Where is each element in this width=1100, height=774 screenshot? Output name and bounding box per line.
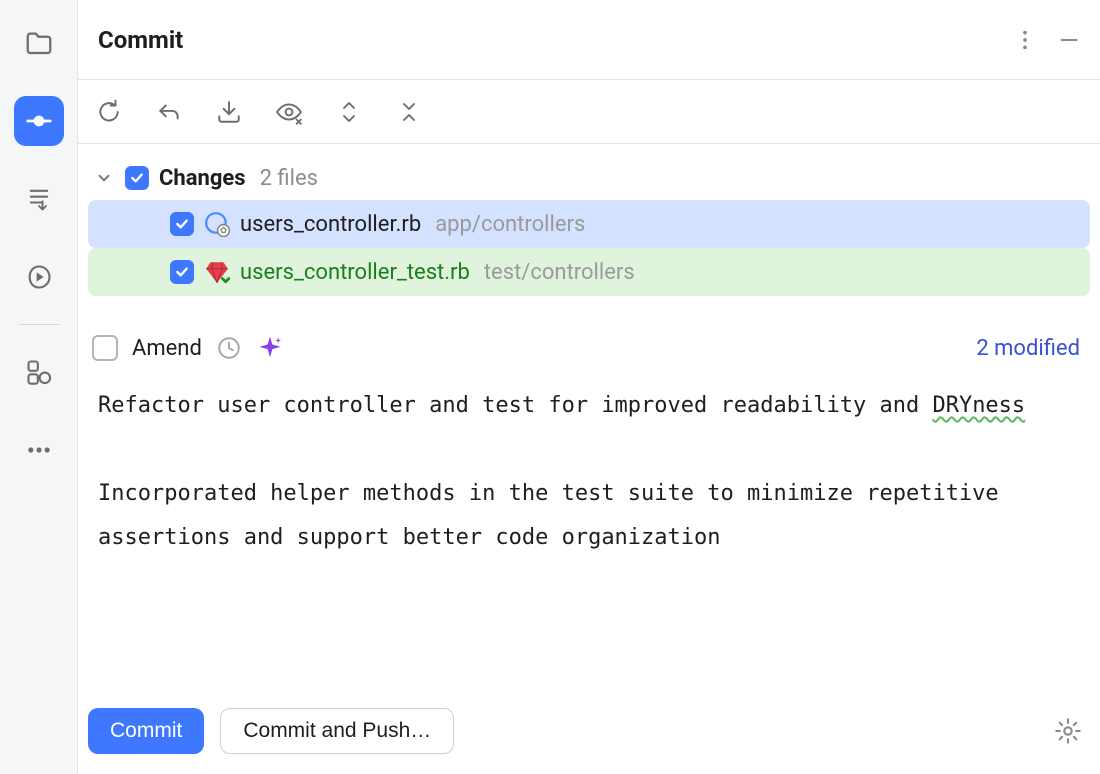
structure-icon[interactable] xyxy=(14,174,64,224)
file-name: users_controller.rb xyxy=(240,212,421,237)
vcs-icon[interactable] xyxy=(14,96,64,146)
commit-message-input[interactable]: Refactor user controller and test for im… xyxy=(78,372,1100,698)
options-icon[interactable] xyxy=(1014,29,1036,51)
changes-tree: Changes 2 files users_controller.rb app/… xyxy=(78,144,1100,304)
refresh-icon[interactable] xyxy=(92,95,126,129)
commit-message-line2: Incorporated helper methods in the test … xyxy=(98,481,1012,550)
history-icon[interactable] xyxy=(216,335,242,361)
file-path: test/controllers xyxy=(484,260,635,285)
changes-root-node[interactable]: Changes 2 files xyxy=(88,156,1090,200)
gear-icon[interactable] xyxy=(1054,717,1082,745)
project-icon[interactable] xyxy=(14,18,64,68)
amend-label: Amend xyxy=(132,336,202,361)
group-by-icon[interactable] xyxy=(392,95,426,129)
commit-message-line1: Refactor user controller and test for im… xyxy=(98,393,1025,418)
minimize-icon[interactable] xyxy=(1058,29,1080,51)
changes-count: 2 files xyxy=(260,166,318,191)
panel-title: Commit xyxy=(98,26,183,54)
run-icon[interactable] xyxy=(14,252,64,302)
file-checkbox[interactable] xyxy=(170,260,194,284)
modified-link[interactable]: 2 modified xyxy=(976,336,1080,361)
chevron-down-icon[interactable] xyxy=(93,167,115,189)
changes-checkbox[interactable] xyxy=(125,166,149,190)
file-row[interactable]: users_controller.rb app/controllers xyxy=(88,200,1090,248)
shelve-icon[interactable] xyxy=(212,95,246,129)
titlebar: Commit xyxy=(78,0,1100,80)
changes-label: Changes xyxy=(159,166,246,191)
file-path: app/controllers xyxy=(435,212,585,237)
amend-checkbox[interactable] xyxy=(92,335,118,361)
amend-bar: Amend 2 modified xyxy=(78,304,1100,372)
more-icon[interactable] xyxy=(14,425,64,475)
ai-sparkle-icon[interactable] xyxy=(256,334,284,362)
ruby-gem-icon xyxy=(204,259,230,285)
commit-toolbar xyxy=(78,80,1100,144)
file-row[interactable]: users_controller_test.rb test/controller… xyxy=(88,248,1090,296)
services-icon[interactable] xyxy=(14,347,64,397)
commit-footer: Commit Commit and Push… xyxy=(78,698,1100,774)
commit-and-push-button[interactable]: Commit and Push… xyxy=(220,708,454,754)
expand-collapse-icon[interactable] xyxy=(332,95,366,129)
nav-separator xyxy=(19,324,59,325)
file-name: users_controller_test.rb xyxy=(240,260,470,285)
commit-panel: Commit xyxy=(78,0,1100,774)
left-toolbar xyxy=(0,0,78,774)
diff-preview-icon[interactable] xyxy=(272,95,306,129)
file-checkbox[interactable] xyxy=(170,212,194,236)
commit-button[interactable]: Commit xyxy=(88,708,204,754)
rollback-icon[interactable] xyxy=(152,95,186,129)
ruby-controller-icon xyxy=(204,211,230,237)
